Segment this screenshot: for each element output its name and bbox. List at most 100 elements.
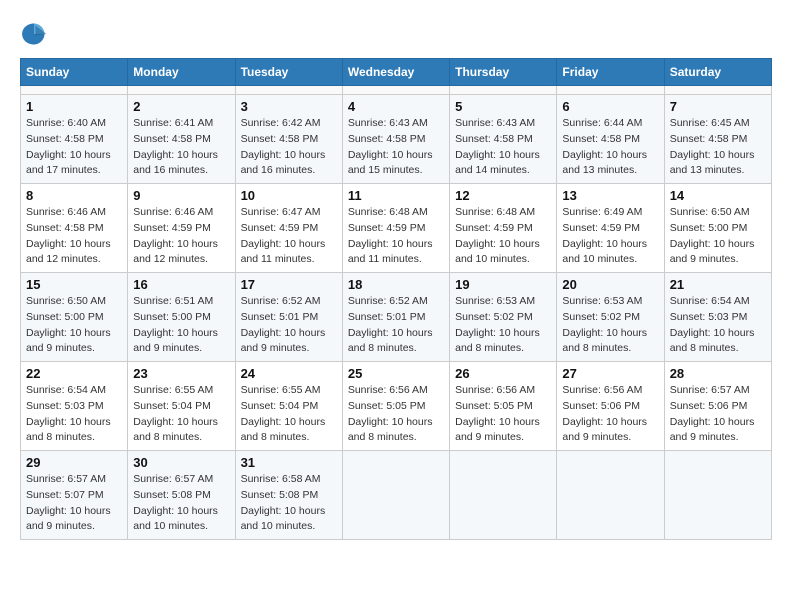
day-number: 14: [670, 188, 766, 203]
calendar-cell: 26 Sunrise: 6:56 AMSunset: 5:05 PMDayligh…: [450, 362, 557, 451]
day-info: Sunrise: 6:55 AMSunset: 5:04 PMDaylight:…: [133, 383, 229, 446]
calendar-week-row: 22Sunrise: 6:54 AMSunset: 5:03 PMDayligh…: [21, 362, 772, 451]
day-number: 22: [26, 366, 122, 381]
col-header-sunday: Sunday: [21, 59, 128, 86]
col-header-monday: Monday: [128, 59, 235, 86]
calendar-cell: [664, 86, 771, 95]
calendar-cell: 21 Sunrise: 6:54 AMSunset: 5:03 PMDayligh…: [664, 273, 771, 362]
day-number: 8: [26, 188, 122, 203]
day-info: Sunrise: 6:56 AMSunset: 5:05 PMDaylight:…: [455, 383, 551, 446]
day-number: 23: [133, 366, 229, 381]
logo-icon: [20, 20, 48, 48]
day-info: Sunrise: 6:40 AMSunset: 4:58 PMDaylight:…: [26, 116, 122, 179]
calendar-cell: 13Sunrise: 6:49 AMSunset: 4:59 PMDayligh…: [557, 184, 664, 273]
day-number: 31: [241, 455, 337, 470]
logo: [20, 20, 52, 48]
calendar-cell: 19 Sunrise: 6:53 AMSunset: 5:02 PMDayligh…: [450, 273, 557, 362]
calendar-cell: 31 Sunrise: 6:58 AMSunset: 5:08 PMDayligh…: [235, 451, 342, 540]
day-info: Sunrise: 6:46 AMSunset: 4:59 PMDaylight:…: [133, 205, 229, 268]
col-header-friday: Friday: [557, 59, 664, 86]
day-info: Sunrise: 6:49 AMSunset: 4:59 PMDaylight:…: [562, 205, 658, 268]
day-number: 10: [241, 188, 337, 203]
day-number: 2: [133, 99, 229, 114]
calendar-week-row: 29 Sunrise: 6:57 AMSunset: 5:07 PMDayligh…: [21, 451, 772, 540]
calendar-cell: 10 Sunrise: 6:47 AMSunset: 4:59 PMDayligh…: [235, 184, 342, 273]
calendar-cell: 11 Sunrise: 6:48 AMSunset: 4:59 PMDayligh…: [342, 184, 449, 273]
calendar-cell: 3Sunrise: 6:42 AMSunset: 4:58 PMDaylight…: [235, 95, 342, 184]
calendar-cell: [342, 86, 449, 95]
day-info: Sunrise: 6:54 AMSunset: 5:03 PMDaylight:…: [670, 294, 766, 357]
day-info: Sunrise: 6:57 AMSunset: 5:06 PMDaylight:…: [670, 383, 766, 446]
day-number: 11: [348, 188, 444, 203]
col-header-thursday: Thursday: [450, 59, 557, 86]
day-info: Sunrise: 6:43 AMSunset: 4:58 PMDaylight:…: [455, 116, 551, 179]
day-number: 29: [26, 455, 122, 470]
day-number: 28: [670, 366, 766, 381]
calendar-cell: 12 Sunrise: 6:48 AMSunset: 4:59 PMDayligh…: [450, 184, 557, 273]
day-info: Sunrise: 6:46 AMSunset: 4:58 PMDaylight:…: [26, 205, 122, 268]
calendar-cell: 16 Sunrise: 6:51 AMSunset: 5:00 PMDayligh…: [128, 273, 235, 362]
calendar-cell: 2 Sunrise: 6:41 AMSunset: 4:58 PMDaylight…: [128, 95, 235, 184]
calendar-week-row: [21, 86, 772, 95]
day-info: Sunrise: 6:58 AMSunset: 5:08 PMDaylight:…: [241, 472, 337, 535]
day-info: Sunrise: 6:56 AMSunset: 5:05 PMDaylight:…: [348, 383, 444, 446]
calendar-cell: 29 Sunrise: 6:57 AMSunset: 5:07 PMDayligh…: [21, 451, 128, 540]
calendar-cell: [21, 86, 128, 95]
calendar-cell: 24 Sunrise: 6:55 AMSunset: 5:04 PMDayligh…: [235, 362, 342, 451]
calendar-cell: 25Sunrise: 6:56 AMSunset: 5:05 PMDayligh…: [342, 362, 449, 451]
calendar-cell: 8 Sunrise: 6:46 AMSunset: 4:58 PMDaylight…: [21, 184, 128, 273]
calendar-cell: [557, 86, 664, 95]
calendar-cell: 4 Sunrise: 6:43 AMSunset: 4:58 PMDaylight…: [342, 95, 449, 184]
calendar-cell: 27 Sunrise: 6:56 AMSunset: 5:06 PMDayligh…: [557, 362, 664, 451]
day-number: 15: [26, 277, 122, 292]
day-info: Sunrise: 6:48 AMSunset: 4:59 PMDaylight:…: [348, 205, 444, 268]
calendar-cell: [128, 86, 235, 95]
calendar-cell: 5 Sunrise: 6:43 AMSunset: 4:58 PMDaylight…: [450, 95, 557, 184]
day-number: 16: [133, 277, 229, 292]
day-info: Sunrise: 6:45 AMSunset: 4:58 PMDaylight:…: [670, 116, 766, 179]
day-number: 26: [455, 366, 551, 381]
calendar-cell: 22Sunrise: 6:54 AMSunset: 5:03 PMDayligh…: [21, 362, 128, 451]
calendar-cell: 6 Sunrise: 6:44 AMSunset: 4:58 PMDaylight…: [557, 95, 664, 184]
day-info: Sunrise: 6:55 AMSunset: 5:04 PMDaylight:…: [241, 383, 337, 446]
calendar-cell: [450, 451, 557, 540]
calendar-cell: 30Sunrise: 6:57 AMSunset: 5:08 PMDayligh…: [128, 451, 235, 540]
day-info: Sunrise: 6:50 AMSunset: 5:00 PMDaylight:…: [670, 205, 766, 268]
day-info: Sunrise: 6:47 AMSunset: 4:59 PMDaylight:…: [241, 205, 337, 268]
calendar-cell: 9 Sunrise: 6:46 AMSunset: 4:59 PMDaylight…: [128, 184, 235, 273]
header-row: SundayMondayTuesdayWednesdayThursdayFrid…: [21, 59, 772, 86]
calendar-cell: [664, 451, 771, 540]
day-number: 20: [562, 277, 658, 292]
day-info: Sunrise: 6:57 AMSunset: 5:07 PMDaylight:…: [26, 472, 122, 535]
day-info: Sunrise: 6:50 AMSunset: 5:00 PMDaylight:…: [26, 294, 122, 357]
day-number: 27: [562, 366, 658, 381]
day-info: Sunrise: 6:51 AMSunset: 5:00 PMDaylight:…: [133, 294, 229, 357]
day-info: Sunrise: 6:41 AMSunset: 4:58 PMDaylight:…: [133, 116, 229, 179]
calendar-cell: [450, 86, 557, 95]
col-header-wednesday: Wednesday: [342, 59, 449, 86]
calendar-cell: 18Sunrise: 6:52 AMSunset: 5:01 PMDayligh…: [342, 273, 449, 362]
calendar-cell: 20Sunrise: 6:53 AMSunset: 5:02 PMDayligh…: [557, 273, 664, 362]
day-number: 12: [455, 188, 551, 203]
calendar-cell: 7Sunrise: 6:45 AMSunset: 4:58 PMDaylight…: [664, 95, 771, 184]
calendar-week-row: 8 Sunrise: 6:46 AMSunset: 4:58 PMDaylight…: [21, 184, 772, 273]
day-number: 1: [26, 99, 122, 114]
day-number: 24: [241, 366, 337, 381]
day-info: Sunrise: 6:44 AMSunset: 4:58 PMDaylight:…: [562, 116, 658, 179]
day-info: Sunrise: 6:48 AMSunset: 4:59 PMDaylight:…: [455, 205, 551, 268]
calendar-cell: 28 Sunrise: 6:57 AMSunset: 5:06 PMDayligh…: [664, 362, 771, 451]
day-number: 21: [670, 277, 766, 292]
day-number: 9: [133, 188, 229, 203]
calendar-cell: [342, 451, 449, 540]
day-number: 6: [562, 99, 658, 114]
day-number: 19: [455, 277, 551, 292]
day-info: Sunrise: 6:56 AMSunset: 5:06 PMDaylight:…: [562, 383, 658, 446]
day-info: Sunrise: 6:53 AMSunset: 5:02 PMDaylight:…: [455, 294, 551, 357]
day-number: 5: [455, 99, 551, 114]
day-info: Sunrise: 6:52 AMSunset: 5:01 PMDaylight:…: [241, 294, 337, 357]
day-info: Sunrise: 6:43 AMSunset: 4:58 PMDaylight:…: [348, 116, 444, 179]
calendar-cell: [557, 451, 664, 540]
calendar-cell: 23 Sunrise: 6:55 AMSunset: 5:04 PMDayligh…: [128, 362, 235, 451]
day-number: 4: [348, 99, 444, 114]
page-header: [20, 20, 772, 48]
